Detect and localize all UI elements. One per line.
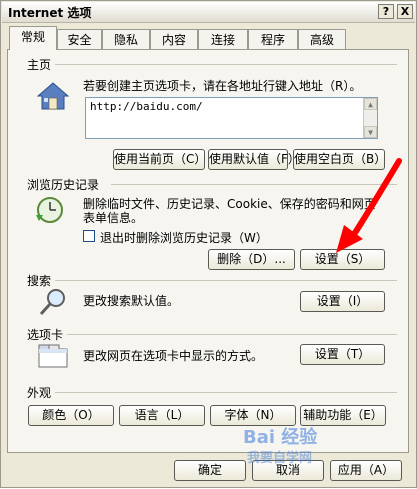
delete-on-exit-label[interactable]: 退出时删除浏览历史记录（W） — [100, 229, 268, 246]
title-bar[interactable]: Internet 选项 ? X — [2, 2, 415, 23]
homepage-url-text: http://baidu.com/ — [90, 100, 203, 113]
homepage-description: 若要创建主页选项卡，请在各地址行键入地址（R）。 — [83, 79, 362, 93]
history-description-line2: 表单信息。 — [83, 211, 144, 225]
help-button[interactable]: ? — [378, 4, 394, 19]
use-current-button[interactable]: 使用当前页（C） — [113, 149, 206, 170]
tabs-section-label: 选项卡 — [27, 326, 68, 343]
magnifier-icon — [39, 289, 65, 316]
delete-history-button[interactable]: 删除（D）... — [208, 249, 295, 270]
tab-general[interactable]: 常规 — [9, 26, 57, 50]
scroll-up-arrow-icon[interactable]: ▲ — [364, 98, 377, 110]
history-settings-button[interactable]: 设置（S） — [300, 249, 385, 270]
apply-button[interactable]: 应用（A） — [330, 460, 402, 481]
tabs-window-icon — [38, 344, 68, 368]
tab-security[interactable]: 安全 — [57, 29, 102, 49]
history-clock-icon — [36, 197, 63, 223]
delete-on-exit-checkbox[interactable] — [83, 230, 95, 242]
tabs-settings-button[interactable]: 设置（T） — [300, 344, 385, 365]
languages-button[interactable]: 语言（L） — [119, 405, 205, 426]
appearance-divider — [51, 392, 397, 393]
tab-connections[interactable]: 连接 — [198, 29, 248, 49]
use-default-button[interactable]: 使用默认值（F） — [208, 149, 300, 170]
tab-programs[interactable]: 程序 — [248, 29, 298, 49]
internet-options-dialog: Internet 选项 ? X 常规 安全 隐私 内容 连接 程序 高级 主页 … — [0, 0, 417, 488]
use-blank-button[interactable]: 使用空白页（B） — [293, 149, 386, 170]
tab-content[interactable]: 内容 — [150, 29, 198, 49]
colors-button[interactable]: 颜色（O） — [28, 405, 114, 426]
homepage-url-textarea[interactable]: http://baidu.com/ ▲ ▼ — [85, 97, 378, 139]
ok-button[interactable]: 确定 — [174, 460, 246, 481]
fonts-button[interactable]: 字体（N） — [210, 405, 296, 426]
house-icon — [37, 82, 69, 110]
homepage-section-label: 主页 — [27, 56, 56, 73]
cancel-button[interactable]: 取消 — [252, 460, 324, 481]
history-divider — [111, 184, 397, 185]
search-divider — [51, 280, 397, 281]
search-settings-button[interactable]: 设置（I） — [300, 291, 385, 312]
close-button[interactable]: X — [397, 4, 413, 19]
history-section-label: 浏览历史记录 — [27, 176, 104, 193]
tab-privacy[interactable]: 隐私 — [102, 29, 150, 49]
appearance-section-label: 外观 — [27, 384, 56, 401]
scroll-down-arrow-icon[interactable]: ▼ — [364, 126, 377, 138]
homepage-divider — [51, 64, 397, 65]
tabs-description: 更改网页在选项卡中显示的方式。 — [83, 349, 264, 363]
tab-advanced[interactable]: 高级 — [298, 29, 346, 49]
search-description: 更改搜索默认值。 — [83, 294, 180, 308]
url-scrollbar[interactable]: ▲ ▼ — [363, 98, 377, 138]
window-title: Internet 选项 — [8, 6, 92, 20]
tabs-divider — [65, 334, 397, 335]
accessibility-button[interactable]: 辅助功能（E） — [300, 405, 386, 426]
